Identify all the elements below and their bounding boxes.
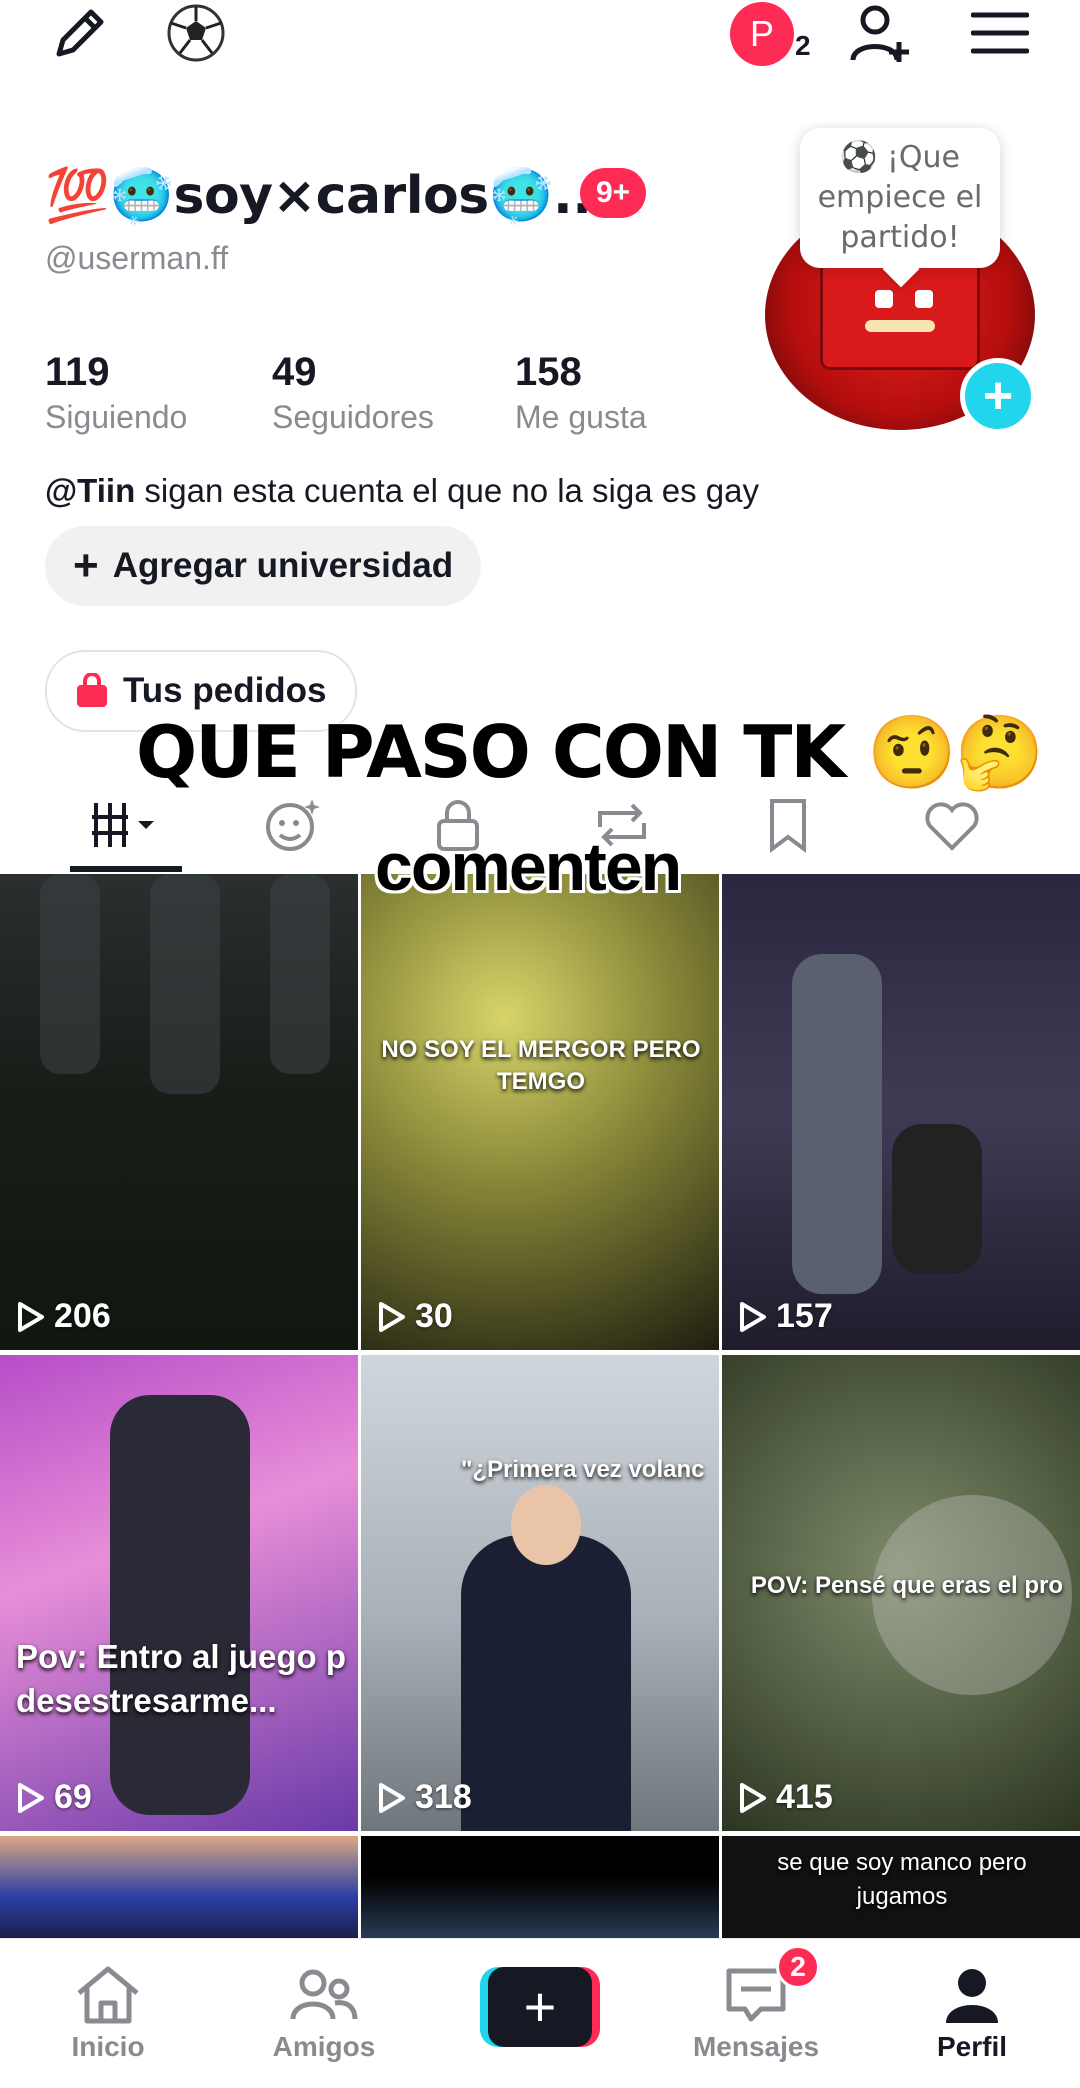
video-caption: "¿Primera vez volanc [461, 1456, 705, 1483]
thumb-character [110, 1395, 250, 1815]
stat-followers[interactable]: 49 Seguidores [272, 350, 434, 436]
bio-text: sigan esta cuenta el que no la siga es g… [135, 472, 759, 509]
nav-friends[interactable]: Amigos [234, 1939, 414, 2088]
play-icon [18, 1782, 44, 1813]
view-count-value: 157 [776, 1297, 833, 1335]
video-thumbnail[interactable]: "¿Primera vez volanc 318 [361, 1355, 719, 1831]
home-icon [77, 1966, 139, 2024]
stat-value: 49 [272, 350, 317, 394]
video-caption: Pov: Entro al juego p desestresarme... [16, 1638, 347, 1719]
create-button[interactable]: + [480, 1967, 600, 2047]
shopping-bag-icon [75, 673, 109, 709]
profile-bio: @Tiin sigan esta cuenta el que no la sig… [45, 472, 759, 510]
add-university-button[interactable]: + Agregar universidad [45, 526, 482, 606]
plus-icon: + [73, 541, 99, 590]
overlay-subtitle: comenten [375, 829, 682, 905]
thumb-figure [150, 874, 220, 1094]
nav-label: Mensajes [692, 2031, 820, 2062]
profile-display-name: 💯🥶soy×carlos🥶... [45, 166, 611, 226]
video-caption: NO SOY EL MERGOR PERO TEMGO [381, 1036, 701, 1095]
notification-badge[interactable]: 9+ [580, 168, 647, 218]
video-caption: se que soy manco pero jugamos [777, 1849, 1027, 1910]
video-caption: POV: Pensé que eras el pro [750, 1572, 1064, 1599]
view-count: 415 [738, 1778, 833, 1817]
add-avatar-plus-icon[interactable]: + [960, 358, 1036, 434]
pencil-icon[interactable] [40, 0, 120, 66]
view-count-value: 30 [415, 1297, 453, 1335]
video-thumbnail[interactable]: 206 [0, 874, 358, 1350]
messages-badge: 2 [776, 1945, 820, 1989]
add-university-label: Agregar universidad [112, 546, 454, 585]
bottom-nav: Inicio Amigos + Mensajes 2 Perfil [0, 1938, 1080, 2088]
plus-icon: + [488, 1967, 592, 2047]
active-tab-indicator [70, 866, 182, 872]
video-thumbnail[interactable]: 157 [722, 874, 1080, 1350]
nav-label: Perfil [936, 2031, 1008, 2062]
stat-label: Siguiendo [45, 399, 188, 435]
nav-profile[interactable]: Perfil [882, 1939, 1062, 2088]
thumb-character [892, 1124, 982, 1274]
video-thumbnail[interactable] [361, 1836, 719, 1938]
account-switcher-avatar[interactable]: P [730, 2, 794, 66]
avatar-eye [875, 290, 893, 308]
avatar-mouth [865, 320, 935, 332]
friends-icon [290, 1969, 358, 2020]
view-count-value: 318 [415, 1778, 472, 1816]
stat-value: 158 [515, 350, 582, 394]
view-count: 69 [16, 1778, 92, 1817]
video-thumbnail[interactable]: Pov: Entro al juego p desestresarme... 6… [0, 1355, 358, 1831]
play-icon [379, 1782, 405, 1813]
avatar-status-bubble[interactable]: ⚽ ¡Que empiece el partido! [800, 128, 1000, 268]
play-icon [740, 1782, 766, 1813]
thumb-person [461, 1535, 631, 1831]
menu-icon[interactable] [965, 0, 1035, 66]
play-icon [740, 1301, 766, 1332]
add-user-icon[interactable] [845, 0, 919, 66]
stat-following[interactable]: 119 Siguiendo [45, 350, 187, 436]
profile-icon [946, 1969, 998, 2023]
video-thumbnail[interactable]: se que soy manco pero jugamos [722, 1836, 1080, 1938]
stat-label: Me gusta [515, 399, 647, 435]
account-switcher-count: 2 [795, 30, 811, 61]
play-icon [18, 1301, 44, 1332]
overlay-title: QUE PASO CON TK 🤨🤔 [136, 710, 1045, 794]
view-count: 318 [377, 1778, 472, 1817]
top-bar: P 2 [0, 0, 1080, 80]
nav-label: Inicio [71, 2031, 145, 2062]
thumb-person-face [511, 1485, 581, 1565]
view-count: 30 [377, 1297, 453, 1336]
thumb-figure [40, 874, 100, 1074]
stat-value: 119 [45, 350, 110, 394]
avatar-eye [915, 290, 933, 308]
view-count-value: 206 [54, 1297, 111, 1335]
thumb-figure [270, 874, 330, 1074]
video-thumbnail[interactable] [0, 1836, 358, 1938]
stat-likes[interactable]: 158 Me gusta [515, 350, 647, 436]
nav-home[interactable]: Inicio [18, 1939, 198, 2088]
profile-username: @userman.ff [45, 240, 229, 276]
view-count-value: 415 [776, 1778, 833, 1816]
stat-label: Seguidores [272, 399, 434, 435]
soccer-ball-icon[interactable] [160, 0, 232, 66]
view-count: 157 [738, 1297, 833, 1336]
view-count-value: 69 [54, 1778, 92, 1816]
play-icon [379, 1301, 405, 1332]
orders-label: Tus pedidos [123, 671, 327, 710]
view-count: 206 [16, 1297, 111, 1336]
video-thumbnail[interactable]: NO SOY EL MERGOR PERO TEMGO 30 [361, 874, 719, 1350]
video-thumbnail[interactable]: POV: Pensé que eras el pro 415 [722, 1355, 1080, 1831]
nav-label: Amigos [272, 2031, 376, 2062]
bio-mention[interactable]: @Tiin [45, 472, 135, 509]
thumb-character [792, 954, 882, 1294]
